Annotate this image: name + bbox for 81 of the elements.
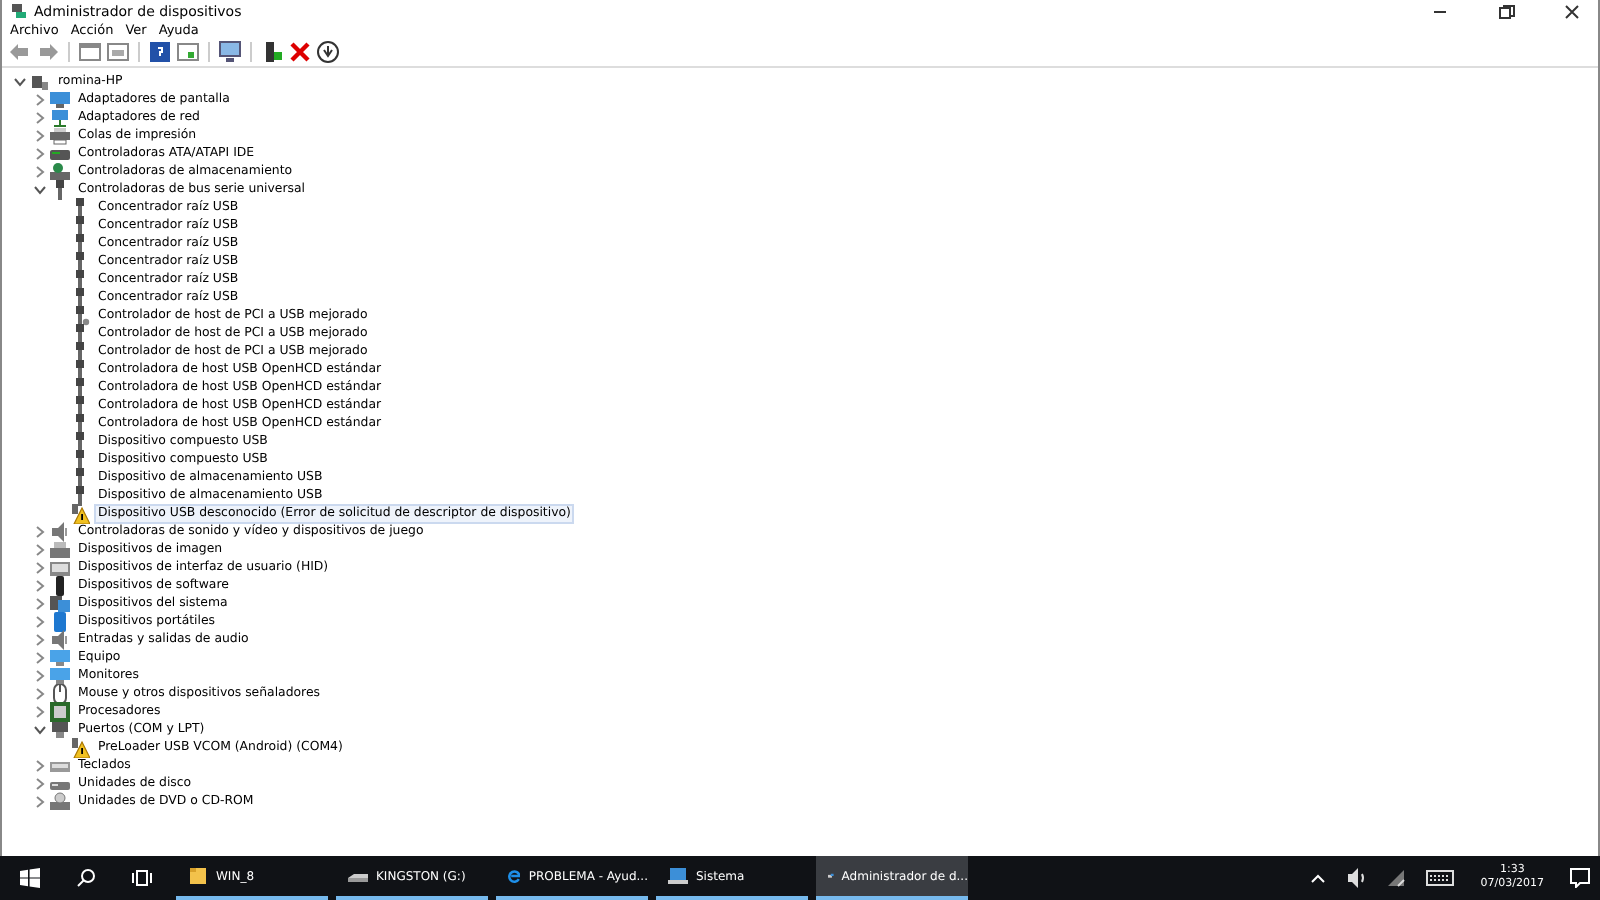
device-manager-icon <box>10 2 28 20</box>
port-icon <box>50 719 70 739</box>
help-icon[interactable] <box>148 40 172 64</box>
expand-chevron-icon[interactable] <box>34 651 46 663</box>
storage-icon <box>50 161 70 181</box>
close-icon[interactable] <box>1562 1 1582 21</box>
back-arrow-icon[interactable] <box>8 40 32 64</box>
mouse-icon <box>50 683 70 703</box>
usb-plug-icon <box>70 323 90 343</box>
usb-plug-icon <box>70 377 90 397</box>
window-icon[interactable] <box>176 40 200 64</box>
expand-chevron-icon[interactable] <box>34 759 46 771</box>
speaker-icon <box>50 521 70 541</box>
expand-chevron-icon[interactable] <box>34 129 46 141</box>
usb-plug-icon <box>70 359 90 379</box>
expand-chevron-icon[interactable] <box>34 579 46 591</box>
delete-icon[interactable] <box>288 40 312 64</box>
usb-plug-icon <box>70 413 90 433</box>
expand-chevron-icon[interactable] <box>34 561 46 573</box>
expand-chevron-icon[interactable] <box>34 669 46 681</box>
collapse-chevron-icon[interactable] <box>34 183 46 195</box>
chip-icon <box>50 701 70 721</box>
expand-chevron-icon[interactable] <box>34 633 46 645</box>
monitor-icon[interactable] <box>218 40 242 64</box>
usb-plug-icon <box>50 179 70 199</box>
usb-plug-icon <box>70 395 90 415</box>
expand-chevron-icon[interactable] <box>34 165 46 177</box>
download-circle-icon[interactable] <box>316 40 340 64</box>
optical-drive-icon <box>50 791 70 811</box>
computer-icon <box>668 866 688 886</box>
usb-plug-icon <box>70 305 90 325</box>
task-view-icon[interactable] <box>132 868 152 888</box>
forward-arrow-icon[interactable] <box>36 40 60 64</box>
computer-icon <box>30 71 50 91</box>
expand-chevron-icon[interactable] <box>34 543 46 555</box>
phone-icon <box>50 575 70 595</box>
expand-chevron-icon[interactable] <box>34 705 46 717</box>
window-icon[interactable] <box>78 40 102 64</box>
expand-chevron-icon[interactable] <box>34 615 46 627</box>
expand-chevron-icon[interactable] <box>34 93 46 105</box>
chevron-up-icon[interactable] <box>1310 870 1327 886</box>
expand-chevron-icon[interactable] <box>34 525 46 537</box>
expand-chevron-icon[interactable] <box>34 777 46 789</box>
usb-plug-icon <box>70 251 90 271</box>
network-icon[interactable] <box>1386 868 1407 888</box>
expand-chevron-icon[interactable] <box>34 597 46 609</box>
collapse-chevron-icon[interactable] <box>34 723 46 735</box>
usb-plug-icon <box>70 431 90 451</box>
usb-plug-icon <box>70 485 90 505</box>
expand-chevron-icon[interactable] <box>34 687 46 699</box>
folder-icon <box>188 866 208 886</box>
expand-chevron-icon[interactable] <box>34 795 46 807</box>
search-icon[interactable] <box>76 868 96 888</box>
collapse-chevron-icon[interactable] <box>14 75 26 87</box>
windows-start-icon[interactable] <box>20 868 40 888</box>
usb-plug-icon <box>70 341 90 361</box>
usb-plug-icon <box>70 287 90 307</box>
tablet-icon <box>50 611 70 631</box>
usb-plug-icon <box>70 467 90 487</box>
usb-plug-icon <box>70 449 90 469</box>
monitor-icon <box>50 89 70 109</box>
printer-icon <box>50 125 70 145</box>
usb-plug-icon <box>70 233 90 253</box>
monitor-icon <box>50 647 70 667</box>
monitor-icon <box>50 665 70 685</box>
browser-e-icon <box>508 866 521 886</box>
usb-plug-icon <box>70 269 90 289</box>
usb-plug-icon <box>70 197 90 217</box>
warning-icon <box>70 503 90 523</box>
system-icon <box>50 593 70 613</box>
usb-plug-icon <box>70 215 90 235</box>
expand-chevron-icon[interactable] <box>34 111 46 123</box>
speaker-icon <box>50 629 70 649</box>
network-icon <box>50 107 70 127</box>
notification-icon[interactable] <box>1570 868 1590 888</box>
speaker-icon[interactable] <box>1346 868 1367 888</box>
scanner-icon <box>50 539 70 559</box>
restore-icon[interactable] <box>1496 1 1516 21</box>
warning-icon <box>70 737 90 757</box>
window-icon[interactable] <box>106 40 130 64</box>
expand-chevron-icon[interactable] <box>34 147 46 159</box>
